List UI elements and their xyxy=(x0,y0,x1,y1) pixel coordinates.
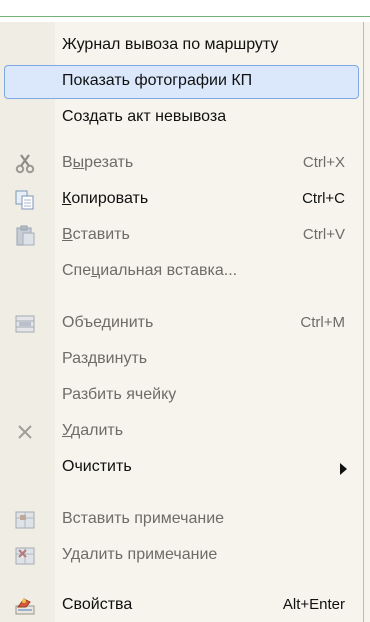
menu-item-shortcut: Ctrl+X xyxy=(302,154,345,171)
menu-item-shortcut: Alt+Enter xyxy=(282,596,345,613)
menu-item-cut[interactable]: Вырезать Ctrl+X xyxy=(0,146,363,182)
menu-item-label: Копировать xyxy=(62,190,149,207)
menu-item-label: Вставить примечание xyxy=(62,510,225,527)
menu-item-copy[interactable]: Копировать Ctrl+C xyxy=(0,182,363,218)
menu-item-shortcut: Ctrl+C xyxy=(302,190,345,207)
menu-item-delete[interactable]: Удалить xyxy=(0,414,363,450)
menu-item-label: Объединить xyxy=(62,314,154,331)
menu-item-shortcut: Ctrl+V xyxy=(302,226,345,243)
menu-item-label: Раздвинуть xyxy=(62,350,148,367)
menu-item-label: Разбить ячейку xyxy=(62,386,177,403)
table-grid-line xyxy=(0,16,370,17)
menu-item-paste[interactable]: Вставить Ctrl+V xyxy=(0,218,363,254)
insert-note-icon xyxy=(14,509,36,531)
menu-item-delete-note[interactable]: Удалить примечание xyxy=(0,538,363,574)
menu-item-label: Очистить xyxy=(62,458,132,475)
menu-item-split-cell[interactable]: Разбить ячейку xyxy=(0,378,363,414)
delete-note-icon xyxy=(14,545,36,567)
context-menu: Журнал вывоза по маршруту Показать фотог… xyxy=(0,22,364,622)
menu-item-route-removal-log[interactable]: Журнал вывоза по маршруту xyxy=(0,28,363,64)
menu-item-label: Вставить xyxy=(62,226,130,243)
properties-icon xyxy=(14,595,36,617)
menu-item-show-kp-photos[interactable]: Показать фотографии КП xyxy=(4,64,359,100)
menu-item-label: Удалить xyxy=(62,422,124,439)
background-table-fragment xyxy=(0,0,370,22)
context-menu-screen: Журнал вывоза по маршруту Показать фотог… xyxy=(0,0,370,622)
menu-item-clear[interactable]: Очистить xyxy=(0,450,363,486)
menu-item-label: Специальная вставка... xyxy=(62,262,238,279)
menu-item-label: Создать акт невывоза xyxy=(62,108,227,125)
menu-item-insert-note[interactable]: Вставить примечание xyxy=(0,502,363,538)
menu-item-paste-special[interactable]: Специальная вставка... xyxy=(0,254,363,290)
menu-item-properties[interactable]: Свойства Alt+Enter xyxy=(0,588,363,622)
copy-icon xyxy=(14,189,36,211)
menu-item-label: Журнал вывоза по маршруту xyxy=(62,36,279,53)
menu-item-label: Свойства xyxy=(62,596,133,613)
merge-cells-icon xyxy=(14,313,36,335)
menu-item-label: Удалить примечание xyxy=(62,546,218,563)
scissors-icon xyxy=(14,153,36,175)
menu-item-unmerge[interactable]: Раздвинуть xyxy=(0,342,363,378)
delete-x-icon xyxy=(14,421,36,443)
menu-item-merge[interactable]: Объединить Ctrl+M xyxy=(0,306,363,342)
menu-item-label: Показать фотографии КП xyxy=(62,72,253,89)
menu-item-label: Вырезать xyxy=(62,154,134,171)
menu-item-shortcut: Ctrl+M xyxy=(300,314,345,331)
submenu-arrow-icon xyxy=(340,463,347,475)
menu-item-create-non-removal-act[interactable]: Создать акт невывоза xyxy=(0,100,363,136)
paste-icon xyxy=(14,225,36,247)
